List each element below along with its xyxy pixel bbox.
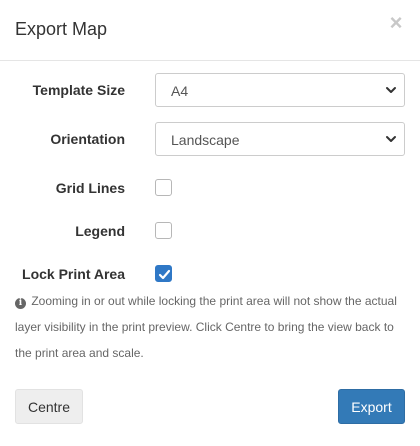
chevron-down-icon bbox=[386, 136, 396, 142]
template-size-label: Template Size bbox=[32, 82, 125, 98]
orientation-label: Orientation bbox=[50, 131, 125, 147]
orientation-value: Landscape bbox=[171, 132, 240, 148]
grid-lines-label: Grid Lines bbox=[55, 180, 125, 196]
close-icon[interactable]: × bbox=[386, 12, 406, 34]
checkmark-icon bbox=[158, 269, 171, 280]
centre-button[interactable]: Centre bbox=[15, 389, 83, 424]
info-text: Zooming in or out while locking the prin… bbox=[15, 294, 397, 360]
grid-lines-checkbox[interactable] bbox=[155, 179, 172, 196]
legend-label: Legend bbox=[75, 223, 125, 239]
template-size-select[interactable]: A4 bbox=[155, 73, 405, 107]
dialog-title: Export Map bbox=[15, 19, 108, 39]
orientation-select[interactable]: Landscape bbox=[155, 122, 405, 156]
dialog-header: Export Map × bbox=[0, 0, 420, 61]
info-circle-icon: i bbox=[15, 298, 26, 309]
chevron-down-icon bbox=[386, 87, 396, 93]
lock-print-area-label: Lock Print Area bbox=[22, 266, 125, 282]
lock-print-area-info: i Zooming in or out while locking the pr… bbox=[15, 288, 407, 366]
export-map-dialog: Export Map × Template Size A4 Orientatio… bbox=[0, 0, 420, 446]
export-button[interactable]: Export bbox=[338, 389, 405, 424]
template-size-value: A4 bbox=[171, 83, 189, 99]
legend-checkbox[interactable] bbox=[155, 222, 172, 239]
lock-print-area-checkbox[interactable] bbox=[155, 265, 172, 282]
